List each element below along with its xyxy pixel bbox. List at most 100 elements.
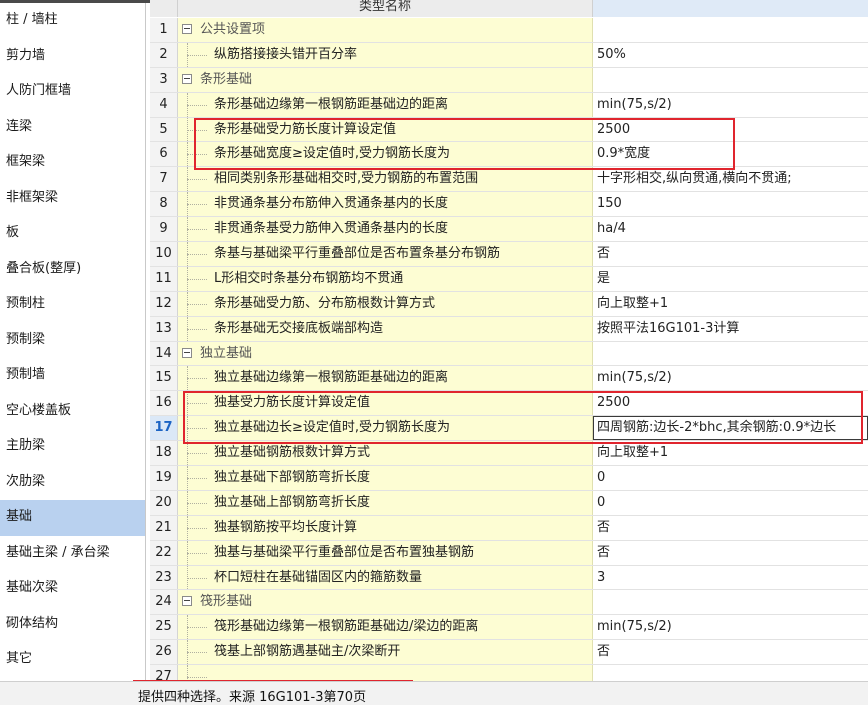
tree-branch-icon xyxy=(187,577,207,580)
setting-value-cell[interactable]: 0.9*宽度 xyxy=(593,142,868,167)
setting-value-cell[interactable]: 否 xyxy=(593,540,868,565)
collapse-toggle-icon[interactable] xyxy=(182,24,192,34)
sidebar-item[interactable]: 叠合板(整厚) xyxy=(0,252,145,288)
table-row[interactable]: 4 条形基础边缘第一根钢筋距基础边的距离 min(75,s/2) xyxy=(150,92,868,118)
sidebar-item[interactable]: 剪力墙 xyxy=(0,39,145,75)
table-row[interactable]: 13 条形基础无交接底板端部构造 按照平法16G101-3计算 xyxy=(150,316,868,342)
tree-branch-icon xyxy=(187,552,207,555)
row-name-cell: 条形基础 xyxy=(178,67,593,92)
tree-branch-icon xyxy=(187,652,207,654)
sidebar-item[interactable]: 柱 / 墙柱 xyxy=(0,3,145,39)
grid-rows: 1 公共设置项 2 纵筋搭接接头错开百分率 50% 3 条形基础 4 条形基础边缘第一根钢筋距基… xyxy=(150,18,868,681)
sidebar-item[interactable]: 主肋梁 xyxy=(0,429,145,465)
row-name-cell: 条形基础无交接底板端部构造 xyxy=(178,316,593,341)
row-number: 2 xyxy=(150,42,178,67)
table-row[interactable]: 17 独立基础边长≥设定值时,受力钢筋长度为 四周钢筋:边长-2*bhc,其余钢筋:… xyxy=(150,416,868,442)
sidebar-item[interactable]: 空心楼盖板 xyxy=(0,394,145,430)
setting-value-cell[interactable]: 否 xyxy=(593,640,868,665)
setting-value-cell[interactable]: ha/4 xyxy=(593,217,868,242)
setting-value-cell[interactable] xyxy=(593,665,868,681)
table-row[interactable]: 10 条基与基础梁平行重叠部位是否布置条基分布钢筋 否 xyxy=(150,242,868,267)
sidebar-item[interactable]: 人防门框墙 xyxy=(0,74,145,110)
table-row[interactable]: 8 非贯通条基分布筋伸入贯通条基内的长度 150 xyxy=(150,192,868,218)
table-row[interactable]: 6 条形基础宽度≥设定值时,受力钢筋长度为 0.9*宽度 xyxy=(150,142,868,168)
setting-value-cell[interactable]: 四周钢筋:边长-2*bhc,其余钢筋:0.9*边长 xyxy=(593,416,868,441)
tree-branch-icon xyxy=(187,627,207,629)
settings-grid: 类型名称 1 公共设置项 2 纵筋搭接接头错开百分率 50% 3 条形基础 4 条形基础边缘第一… xyxy=(150,0,868,681)
setting-value-cell[interactable]: 向上取整+1 xyxy=(593,291,868,316)
setting-value-cell[interactable]: 0 xyxy=(593,490,868,515)
setting-value-cell[interactable]: 50% xyxy=(593,42,868,67)
row-number: 12 xyxy=(150,291,178,316)
table-row[interactable]: 9 非贯通条基受力筋伸入贯通条基内的长度 ha/4 xyxy=(150,217,868,243)
table-row[interactable]: 26 筏基上部钢筋遇基础主/次梁断开 否 xyxy=(150,640,868,666)
sidebar-item[interactable]: 连梁 xyxy=(0,110,145,146)
sidebar-item[interactable]: 预制梁 xyxy=(0,323,145,359)
setting-value-cell[interactable]: 向上取整+1 xyxy=(593,441,868,466)
group-row[interactable]: 14 独立基础 xyxy=(150,341,868,367)
setting-value-cell[interactable]: 否 xyxy=(593,242,868,266)
setting-value-cell[interactable]: 2500 xyxy=(593,391,868,416)
table-row[interactable]: 12 条形基础受力筋、分布筋根数计算方式 向上取整+1 xyxy=(150,291,868,317)
sidebar-item[interactable]: 预制墙 xyxy=(0,358,145,394)
setting-value-cell[interactable]: 150 xyxy=(593,192,868,217)
group-row[interactable]: 1 公共设置项 xyxy=(150,18,868,43)
row-number: 14 xyxy=(150,341,178,366)
table-row[interactable]: 18 独立基础钢筋根数计算方式 向上取整+1 xyxy=(150,441,868,467)
sidebar-item[interactable]: 基础主梁 / 承台梁 xyxy=(0,536,145,572)
row-name-cell: 独基受力筋长度计算设定值 xyxy=(178,391,593,416)
row-number: 15 xyxy=(150,366,178,391)
table-row[interactable]: 27 xyxy=(150,665,868,681)
sidebar-item[interactable]: 框架梁 xyxy=(0,145,145,181)
setting-value-cell[interactable]: 3 xyxy=(593,565,868,590)
setting-value-cell[interactable]: min(75,s/2) xyxy=(593,615,868,640)
group-row[interactable]: 24 筏形基础 xyxy=(150,590,868,616)
table-row[interactable]: 7 相同类别条形基础相交时,受力钢筋的布置范围 十字形相交,纵向贯通,横向不贯通; xyxy=(150,167,868,193)
collapse-toggle-icon[interactable] xyxy=(182,347,192,358)
table-row[interactable]: 16 独基受力筋长度计算设定值 2500 xyxy=(150,391,868,417)
sidebar-item[interactable]: 其它 xyxy=(0,642,145,678)
setting-value-cell[interactable]: 否 xyxy=(593,515,868,540)
sidebar-item[interactable]: 板 xyxy=(0,216,145,252)
table-row[interactable]: 25 筏形基础边缘第一根钢筋距基础边/梁边的距离 min(75,s/2) xyxy=(150,615,868,641)
sidebar-item[interactable]: 非框架梁 xyxy=(0,181,145,217)
setting-value: 否 xyxy=(597,544,611,560)
row-number: 18 xyxy=(150,441,178,466)
table-row[interactable]: 11 L形相交时条基分布钢筋均不贯通 是 xyxy=(150,266,868,292)
row-name-cell: 条形基础受力筋、分布筋根数计算方式 xyxy=(178,291,593,316)
setting-value-cell[interactable]: 十字形相交,纵向贯通,横向不贯通; xyxy=(593,167,868,192)
setting-value: 0 xyxy=(597,494,606,510)
table-row[interactable]: 23 杯口短柱在基础锚固区内的箍筋数量 3 xyxy=(150,565,868,591)
tree-branch-icon xyxy=(187,428,207,430)
sidebar-item[interactable]: 预制柱 xyxy=(0,287,145,323)
setting-value-cell[interactable]: min(75,s/2) xyxy=(593,92,868,117)
table-row[interactable]: 15 独立基础边缘第一根钢筋距基础边的距离 min(75,s/2) xyxy=(150,366,868,392)
group-row[interactable]: 3 条形基础 xyxy=(150,67,868,93)
status-bar: 提供四种选择。来源 16G101-3第70页 xyxy=(0,681,868,705)
sidebar-item[interactable]: 基础次梁 xyxy=(0,571,145,607)
group-title: 筏形基础 xyxy=(200,594,253,610)
sidebar-item[interactable]: 砌体结构 xyxy=(0,607,145,643)
sidebar-item[interactable]: 基础 xyxy=(0,500,145,536)
setting-name: 独立基础上部钢筋弯折长度 xyxy=(214,494,371,510)
collapse-toggle-icon[interactable] xyxy=(182,73,192,84)
setting-value-cell[interactable]: min(75,s/2) xyxy=(593,366,868,391)
setting-value-cell[interactable]: 是 xyxy=(593,266,868,291)
row-name-cell: 独基钢筋按平均长度计算 xyxy=(178,515,593,540)
table-row[interactable]: 22 独基与基础梁平行重叠部位是否布置独基钢筋 否 xyxy=(150,540,868,566)
setting-value: 否 xyxy=(597,519,611,535)
row-name-cell: 独立基础钢筋根数计算方式 xyxy=(178,441,593,466)
setting-value-cell[interactable]: 2500 xyxy=(593,117,868,142)
setting-value-cell[interactable]: 按照平法16G101-3计算 xyxy=(593,316,868,341)
table-row[interactable]: 21 独基钢筋按平均长度计算 否 xyxy=(150,515,868,541)
sidebar-item[interactable]: 次肋梁 xyxy=(0,465,145,501)
row-name-cell: 条形基础边缘第一根钢筋距基础边的距离 xyxy=(178,92,593,117)
table-row[interactable]: 19 独立基础下部钢筋弯折长度 0 xyxy=(150,466,868,491)
setting-value-cell[interactable]: 0 xyxy=(593,466,868,490)
collapse-toggle-icon[interactable] xyxy=(182,596,192,607)
row-number: 16 xyxy=(150,391,178,416)
table-row[interactable]: 20 独立基础上部钢筋弯折长度 0 xyxy=(150,490,868,516)
active-edit-box[interactable] xyxy=(593,416,868,441)
table-row[interactable]: 5 条形基础受力筋长度计算设定值 2500 xyxy=(150,117,868,143)
table-row[interactable]: 2 纵筋搭接接头错开百分率 50% xyxy=(150,42,868,68)
